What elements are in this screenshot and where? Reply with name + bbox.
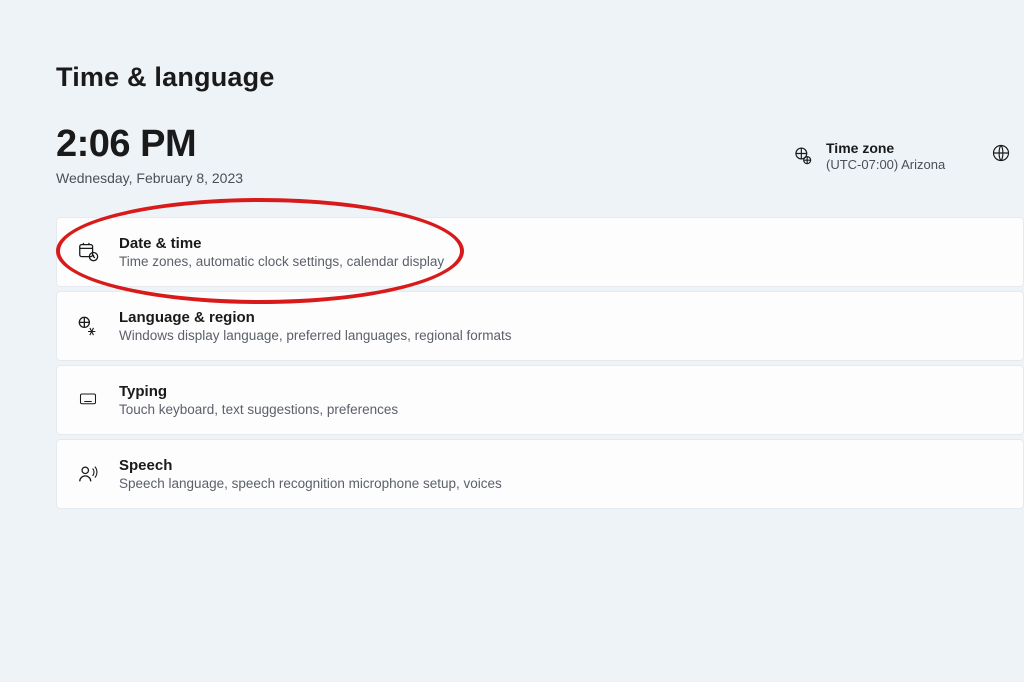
card-subtitle: Touch keyboard, text suggestions, prefer… — [119, 402, 398, 417]
card-title: Speech — [119, 457, 502, 474]
clock-globe-icon — [792, 145, 814, 167]
page-title: Time & language — [56, 62, 275, 93]
language-globe-icon — [75, 313, 101, 339]
calendar-clock-icon — [75, 239, 101, 265]
globe-icon — [991, 143, 1011, 168]
card-language-region[interactable]: Language & region Windows display langua… — [56, 291, 1024, 361]
card-title: Date & time — [119, 235, 444, 252]
timezone-value: (UTC-07:00) Arizona — [826, 157, 945, 172]
card-subtitle: Time zones, automatic clock settings, ca… — [119, 254, 444, 269]
card-date-time[interactable]: Date & time Time zones, automatic clock … — [56, 217, 1024, 287]
card-typing[interactable]: Typing Touch keyboard, text suggestions,… — [56, 365, 1024, 435]
keyboard-icon — [75, 387, 101, 413]
region-button[interactable] — [990, 144, 1012, 166]
card-speech[interactable]: Speech Speech language, speech recogniti… — [56, 439, 1024, 509]
timezone-title: Time zone — [826, 140, 945, 156]
timezone-block[interactable]: Time zone (UTC-07:00) Arizona — [792, 140, 945, 172]
speech-icon — [75, 461, 101, 487]
card-title: Typing — [119, 383, 398, 400]
card-subtitle: Windows display language, preferred lang… — [119, 328, 511, 343]
card-subtitle: Speech language, speech recognition micr… — [119, 476, 502, 491]
clock-date: Wednesday, February 8, 2023 — [56, 170, 1024, 186]
card-title: Language & region — [119, 309, 511, 326]
